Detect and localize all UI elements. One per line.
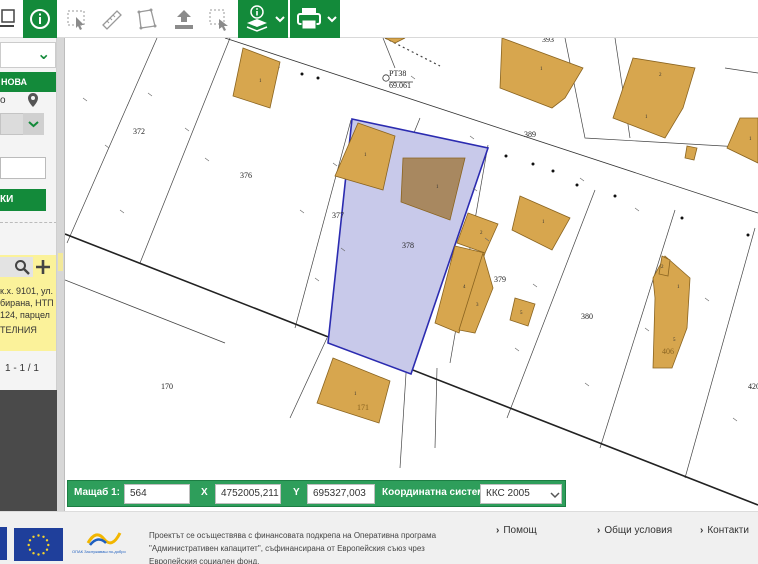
scale-label: Мащаб 1: (74, 487, 120, 498)
benchmark-name: PT38 (389, 69, 406, 78)
measure-ruler-button[interactable] (97, 0, 127, 38)
terms-link-label: Общи условия (604, 525, 673, 536)
layout-button[interactable] (0, 0, 22, 38)
info-button[interactable] (23, 0, 57, 38)
eu-flag-logo (14, 528, 63, 561)
parcel-393-label: 393 (542, 38, 554, 44)
benchmark-point[interactable]: PT38 69.061 (382, 69, 413, 90)
side-panel-footer (0, 390, 57, 511)
upload-icon (175, 10, 193, 29)
search-icon[interactable] (14, 259, 30, 275)
parcel-420-label: 420 (748, 382, 758, 391)
chevron-down-icon: ⌄ (37, 46, 51, 63)
cadastral-map[interactable]: PT38 69.061 372 376 377 378 379 380 389 … (65, 38, 758, 511)
x-coordinate-input[interactable]: 4752005,211 (215, 484, 281, 504)
contacts-link[interactable]: › Контакти (700, 525, 749, 536)
measure-ruler-icon (102, 10, 122, 30)
panel-header: НОВА (0, 72, 56, 92)
location-select-toggle[interactable] (23, 113, 44, 135)
opak-logo (86, 532, 122, 546)
upload-button[interactable] (169, 0, 199, 38)
parcel-379-label: 379 (494, 275, 506, 284)
page-footer: ОПАК Заслужаваш по-добро Проектът се осъ… (0, 511, 758, 564)
municipality-select[interactable]: ⌄ (0, 42, 56, 68)
benchmark-value: 69.061 (389, 81, 411, 90)
crs-label: Координатна система (382, 487, 490, 498)
parcel-171-label: 171 (357, 403, 369, 412)
print-dropdown[interactable] (290, 0, 340, 38)
location-pin-icon[interactable] (27, 92, 39, 108)
result-text: к.х. 9101, ул. бирана, НТП 124, парцел (0, 286, 54, 320)
select-button[interactable] (62, 0, 92, 38)
plus-icon[interactable] (35, 259, 51, 275)
measure-area-icon (137, 8, 157, 30)
y-coordinate-input[interactable]: 695327,003 (307, 484, 375, 504)
measure-area-button[interactable] (132, 0, 162, 38)
coordinate-bar: Мащаб 1: 564 X 4752005,211 Y 695327,003 … (67, 480, 566, 507)
terms-link[interactable]: › Общи условия (597, 525, 672, 536)
chevron-right-icon: › (597, 525, 601, 536)
layout-icon (0, 9, 15, 27)
parcel-378-label: 378 (402, 241, 414, 250)
panel-splitter[interactable] (57, 38, 65, 511)
parcel-170-label: 170 (161, 382, 173, 391)
chevron-right-icon: › (496, 525, 500, 536)
chevron-down-icon (550, 492, 560, 499)
buildings (232, 38, 758, 424)
map-canvas[interactable]: PT38 69.061 372 376 377 378 379 380 389 … (65, 38, 758, 511)
search-input[interactable] (0, 157, 46, 179)
x-label: X (201, 487, 208, 498)
splitter-handle[interactable] (58, 253, 63, 271)
pagination: 1 - 1 / 1 (5, 363, 39, 374)
result-footer: ТЕЛНИЯ (0, 325, 37, 335)
street-boundary (224, 38, 758, 214)
bulgarian-flag-logo (0, 527, 7, 560)
select-icon (67, 10, 85, 30)
parcel-380-label: 380 (581, 312, 593, 321)
parcel-377-label: 377 (332, 211, 344, 220)
layer-info-icon (246, 5, 285, 32)
search-button[interactable]: КИ (0, 189, 46, 211)
scale-input[interactable]: 564 (124, 484, 190, 504)
contacts-link-label: Контакти (707, 525, 749, 536)
layer-info-dropdown[interactable] (238, 0, 288, 38)
parcel-406-label: 406 (662, 347, 674, 356)
select-area-button[interactable] (204, 0, 234, 38)
print-icon (297, 8, 337, 30)
help-link-label: Помощ (503, 525, 537, 536)
parcel-389-label: 389 (524, 130, 536, 139)
parcel-372-label: 372 (133, 127, 145, 136)
crs-value: ККС 2005 (486, 488, 530, 499)
cadastre-map-app: ⌄ НОВА о КИ к.х. 9101, ул. бирана, НТП 1… (0, 0, 758, 564)
help-link[interactable]: › Помощ (496, 525, 537, 536)
chevron-right-icon: › (700, 525, 704, 536)
crs-select[interactable]: ККС 2005 (480, 484, 562, 504)
project-funding-text: Проектът се осъществява с финансовата по… (149, 531, 437, 564)
opak-caption: ОПАК Заслужаваш по-добро (72, 549, 126, 554)
info-icon (30, 9, 50, 29)
road-edge (65, 279, 226, 344)
search-result-card[interactable]: к.х. 9101, ул. бирана, НТП 124, парцел Т… (0, 255, 56, 351)
divider (0, 222, 56, 223)
field-label: о (0, 95, 6, 106)
top-toolbar (0, 0, 758, 38)
parcel-376-label: 376 (240, 171, 252, 180)
y-label: Y (293, 487, 300, 498)
select-area-icon (209, 9, 228, 31)
chevron-down-icon (28, 121, 39, 128)
